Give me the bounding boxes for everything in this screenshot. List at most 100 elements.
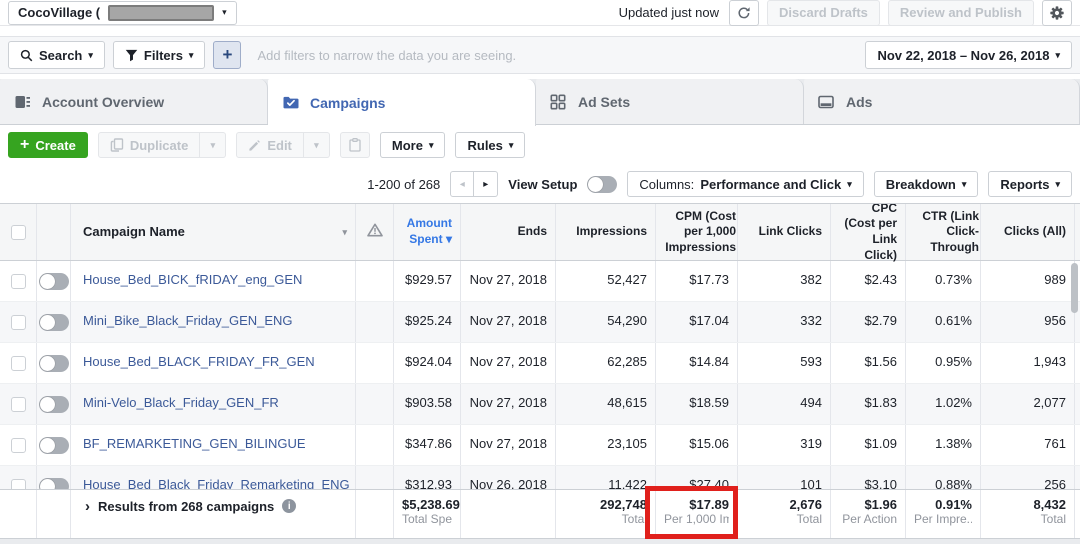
column-header-cpm[interactable]: CPM (Cost per 1,000 Impressions — [656, 204, 738, 260]
duplicate-caret-button[interactable]: ▾ — [200, 132, 226, 158]
total-value: $17.89 — [664, 497, 729, 512]
column-label: Campaign Name — [83, 224, 185, 241]
select-all-checkbox[interactable] — [11, 225, 26, 240]
campaign-name-link[interactable]: House_Bed_BLACK_FRIDAY_FR_GEN — [83, 354, 315, 369]
campaign-name-link[interactable]: Mini-Velo_Black_Friday_GEN_FR — [83, 395, 279, 410]
chevron-down-icon: ▾ — [222, 8, 227, 17]
search-icon — [20, 49, 33, 62]
settings-gear-button[interactable] — [1042, 0, 1072, 26]
chevron-down-icon: ▾ — [429, 141, 434, 150]
row-checkbox[interactable] — [11, 274, 26, 289]
column-header-impressions[interactable]: Impressions — [556, 204, 656, 260]
tab-label: Ad Sets — [578, 94, 630, 110]
row-checkbox-cell — [0, 302, 37, 342]
clipboard-button[interactable] — [340, 132, 370, 158]
date-range-button[interactable]: Nov 22, 2018 – Nov 26, 2018 ▾ — [865, 41, 1072, 69]
tab-campaigns[interactable]: Campaigns — [268, 79, 536, 126]
row-checkbox[interactable] — [11, 356, 26, 371]
ad-sets-grid-icon — [550, 94, 568, 110]
column-header-ctr[interactable]: CTR (Link Click-Through — [906, 204, 981, 260]
row-checkbox[interactable] — [11, 438, 26, 453]
chevron-down-icon: ▾ — [211, 141, 216, 150]
campaign-status-toggle[interactable] — [39, 355, 69, 372]
ctr-cell: 0.95% — [906, 343, 981, 383]
results-summary: Results from 268 campaigns — [98, 499, 274, 514]
column-header-link_clicks[interactable]: Link Clicks — [738, 204, 831, 260]
footer-total-impressions: 292,748Total — [556, 490, 656, 538]
plus-icon: + — [20, 137, 29, 153]
discard-drafts-button[interactable]: Discard Drafts — [767, 0, 880, 26]
link_clicks-cell: 593 — [738, 343, 831, 383]
cpc-cell: $1.09 — [831, 425, 906, 465]
cpc-cell: $1.83 — [831, 384, 906, 424]
campaign-name-cell: BF_REMARKETING_GEN_BILINGUE — [71, 425, 356, 465]
tab-bar: Account OverviewCampaigns Ad Sets Ads — [0, 79, 1080, 125]
column-header-spent[interactable]: Amount Spent ▾ — [394, 204, 461, 260]
warning-icon — [367, 223, 383, 242]
column-header-clicks_all[interactable]: Clicks (All) — [981, 204, 1075, 260]
more-button[interactable]: More ▾ — [380, 132, 446, 158]
campaign-name-cell: Mini-Velo_Black_Friday_GEN_FR — [71, 384, 356, 424]
cpm-cell: $18.59 — [656, 384, 738, 424]
delivery-cell — [356, 343, 394, 383]
chevron-down-icon: ▾ — [962, 180, 967, 189]
campaign-name-link[interactable]: BF_REMARKETING_GEN_BILINGUE — [83, 436, 306, 451]
link_clicks-cell: 332 — [738, 302, 831, 342]
refresh-button[interactable] — [729, 0, 759, 26]
tab-ads[interactable]: Ads — [804, 79, 1080, 124]
horizontal-scroll-track[interactable] — [0, 538, 1080, 544]
reports-button[interactable]: Reports ▾ — [988, 171, 1072, 197]
campaign-name-cell: House_Bed_BLACK_FRIDAY_FR_GEN — [71, 343, 356, 383]
column-header-cpc[interactable]: CPC (Cost per Link Click) — [831, 204, 906, 260]
footer-total-ends — [461, 490, 556, 538]
campaign-row: Mini-Velo_Black_Friday_GEN_FR$903.58Nov … — [0, 384, 1080, 425]
breakdown-button[interactable]: Breakdown ▾ — [874, 171, 979, 197]
edit-caret-button[interactable]: ▾ — [304, 132, 330, 158]
edit-button[interactable]: Edit — [236, 132, 304, 158]
account-picker[interactable]: CocoVillage ( ▾ — [8, 1, 237, 25]
vertical-scrollbar[interactable] — [1071, 263, 1078, 313]
ads-icon — [818, 94, 836, 110]
link_clicks-cell: 382 — [738, 261, 831, 301]
view-setup-toggle[interactable] — [587, 176, 617, 193]
next-page-button[interactable]: ▸ — [474, 171, 498, 197]
footer-total-cpm: $17.89Per 1,000 Im... — [656, 490, 738, 538]
campaign-name-link[interactable]: House_Bed_BICK_fRIDAY_eng_GEN — [83, 272, 302, 287]
tab-ad-sets[interactable]: Ad Sets — [536, 79, 804, 124]
campaign-row: BF_REMARKETING_GEN_BILINGUE$347.86Nov 27… — [0, 425, 1080, 466]
footer-total-ctr: 0.91%Per Impre... — [906, 490, 981, 538]
column-label: CTR (Link Click-Through — [914, 209, 979, 256]
campaign-status-toggle[interactable] — [39, 273, 69, 290]
campaign-name-link[interactable]: Mini_Bike_Black_Friday_GEN_ENG — [83, 313, 293, 328]
review-and-publish-button[interactable]: Review and Publish — [888, 0, 1034, 26]
row-checkbox[interactable] — [11, 315, 26, 330]
campaign-status-toggle[interactable] — [39, 437, 69, 454]
row-checkbox[interactable] — [11, 397, 26, 412]
tab-account-overview[interactable]: Account Overview — [0, 79, 268, 124]
columns-button[interactable]: Columns: Performance and Click ▾ — [627, 171, 863, 197]
expand-results-icon[interactable]: › — [85, 499, 90, 516]
campaign-status-toggle[interactable] — [39, 396, 69, 413]
total-value: $5,238.69 — [402, 497, 452, 512]
topbar-actions: Updated just now Discard Drafts Review a… — [619, 0, 1072, 26]
previous-page-button[interactable]: ◂ — [450, 171, 474, 197]
impressions-cell: 52,427 — [556, 261, 656, 301]
header-toggle-cell — [37, 204, 71, 260]
search-dropdown-button[interactable]: Search ▾ — [8, 41, 105, 69]
account-name: CocoVillage ( — [18, 5, 100, 20]
column-header-delivery[interactable] — [356, 204, 394, 260]
column-header-ends[interactable]: Ends — [461, 204, 556, 260]
spent-cell: $347.86 — [394, 425, 461, 465]
campaign-status-toggle[interactable] — [39, 314, 69, 331]
info-icon[interactable]: i — [282, 499, 296, 513]
clicks_all-cell: 956 — [981, 302, 1075, 342]
filters-dropdown-button[interactable]: Filters ▾ — [113, 41, 206, 69]
add-filter-button[interactable]: + — [213, 41, 241, 69]
column-header-name[interactable]: Campaign Name▾ — [71, 204, 356, 260]
duplicate-button[interactable]: Duplicate — [98, 132, 201, 158]
edit-split-button: Edit ▾ — [236, 132, 330, 158]
rules-button[interactable]: Rules ▾ — [455, 132, 525, 158]
chevron-down-icon: ▾ — [1055, 51, 1060, 60]
create-button[interactable]: + Create — [8, 132, 88, 158]
clicks_all-cell: 2,077 — [981, 384, 1075, 424]
